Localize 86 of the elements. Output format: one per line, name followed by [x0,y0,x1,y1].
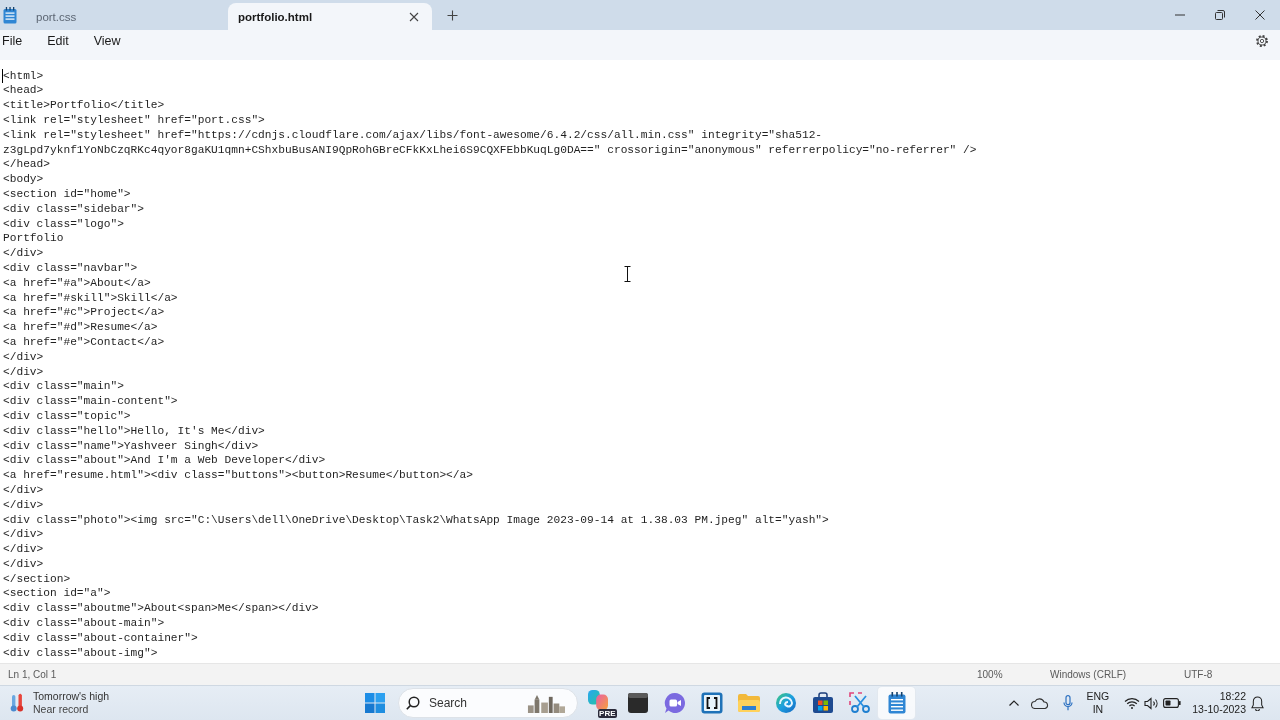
code-line: <div class="topic"> [3,408,131,424]
code-line: </div> [3,497,44,513]
menu-item[interactable]: View [91,31,123,50]
plus-icon[interactable] [446,9,458,21]
bell-icon[interactable] [1250,695,1264,711]
notepad-icon [887,692,906,714]
speaker-icon[interactable] [1144,696,1161,710]
code-line: </div> [3,364,44,380]
code-line: </div> [3,482,44,498]
code-line: </div> [3,349,44,365]
encoding: UTF-8 [1184,669,1214,680]
close-icon[interactable] [409,11,419,22]
taskbar-app-button[interactable]: PRE [582,687,619,719]
code-line: <section id="home"> [3,186,131,202]
code-line: <a href="resume.html"><div class="buttons"><button>Resume</button></a> [3,468,473,483]
swirl-icon [774,692,797,714]
text-caret [2,68,3,84]
code-line: <div class="navbar"> [3,260,138,276]
code-line: <body> [3,172,44,187]
code-line: <div class="about">And I'm a Web Developer</div> [3,453,326,469]
code-line: z3gLpd7yknf1YoNbCzqRKc4qyor8gaKU1qmn+CShxbuBusANI9QpRohGBreCFkKxLhei6S9CQXFEbbKuqLg0DA==" crossorigin="anonymous" referrerpolicy="no-referrer" /> [3,142,977,158]
line-ending: Windows (CRLF) [1050,669,1128,680]
app-badge: PRE [597,709,617,718]
video-chat-icon [663,692,686,714]
code-line: <div class="main-content"> [3,394,178,409]
shopping-bag-icon [811,692,834,714]
search-icon [406,696,420,710]
cloud-icon[interactable] [1030,697,1049,709]
code-line: <div class="aboutme">About<span>Me</span></div> [3,601,319,617]
code-line: <div class="about-container"> [3,630,198,646]
code-line: <link rel="stylesheet" href="https://cdnjs.cloudflare.com/ajax/libs/font-awesome/6.4.2/css/all.min.css" integrity="sha512- [3,127,823,143]
folder-icon [736,693,761,713]
clock-time[interactable]: 18:22 [1219,690,1246,703]
code-line: </div> [3,246,44,261]
city-illustration-icon [527,693,565,713]
code-line: </div> [3,556,44,572]
microphone-icon[interactable] [1062,695,1073,711]
colorful-logo-icon [587,690,608,710]
weather-title[interactable]: Tomorrow's high [33,690,110,703]
thermometer-icon[interactable] [10,693,24,713]
code-line: <div class="sidebar"> [3,201,144,217]
code-line: <section id="a"> [3,586,111,602]
language-code[interactable]: ENG [1086,690,1110,703]
code-line: <link rel="stylesheet" href="port.css"> [3,113,265,128]
notepad-icon [3,6,17,24]
code-line: <html> [3,68,44,84]
code-line: <div class="about-main"> [3,616,165,631]
code-line: Portfolio [3,231,64,247]
dark-window-icon [627,693,648,713]
code-line: <div class="logo"> [3,216,124,232]
code-line: <div class="photo"><img src="C:\Users\dell\OneDrive\Desktop\Task2\WhatsApp Image 2023-09-14 at 1.38.03 PM.jpeg" alt="yash"> [3,512,829,528]
brackets-icon [700,692,723,714]
code-line: <a href="#skill">Skill</a> [3,290,178,306]
search-box[interactable]: Search [398,688,578,718]
code-line: <a href="#a">About</a> [3,275,151,291]
menu-item[interactable]: File [0,31,25,50]
code-line: <a href="#c">Project</a> [3,305,165,321]
scissors-icon [848,692,871,714]
code-line: </section> [3,571,71,587]
code-line: <div class="hello">Hello, It's Me</div> [3,423,265,439]
code-line: <head> [3,83,44,99]
code-line: </head> [3,157,50,173]
clock-date[interactable]: 13-10-2023 [1192,703,1246,716]
zoom-level: 100% [977,669,1004,680]
tab[interactable]: portfolio.html [228,3,432,30]
restore-icon[interactable] [1215,10,1225,20]
start-icon[interactable] [365,693,385,713]
menu-item[interactable]: Edit [45,31,71,50]
text-pointer-icon [623,266,631,282]
code-line: <div class="about-img"> [3,645,158,661]
chevron-up-icon[interactable] [1008,700,1019,706]
close-icon[interactable] [1255,10,1265,20]
code-line: </div> [3,542,44,557]
weather-subtitle[interactable]: Near record [33,703,89,716]
code-line: <div class="main"> [3,379,124,395]
region-code[interactable]: IN [1092,703,1104,716]
code-line: <div class="name">Yashveer Singh</div> [3,438,259,454]
code-line: <a href="#d">Resume</a> [3,320,158,335]
code-line: <a href="#e">Contact</a> [3,334,165,350]
tab[interactable]: port.css [25,3,228,30]
cursor-position: Ln 1, Col 1 [8,669,58,680]
settings-icon[interactable] [1255,33,1269,48]
wifi-icon[interactable] [1124,697,1141,709]
code-line: <title>Portfolio</title> [3,98,165,113]
code-line: </div> [3,527,44,543]
battery-icon[interactable] [1163,698,1182,708]
